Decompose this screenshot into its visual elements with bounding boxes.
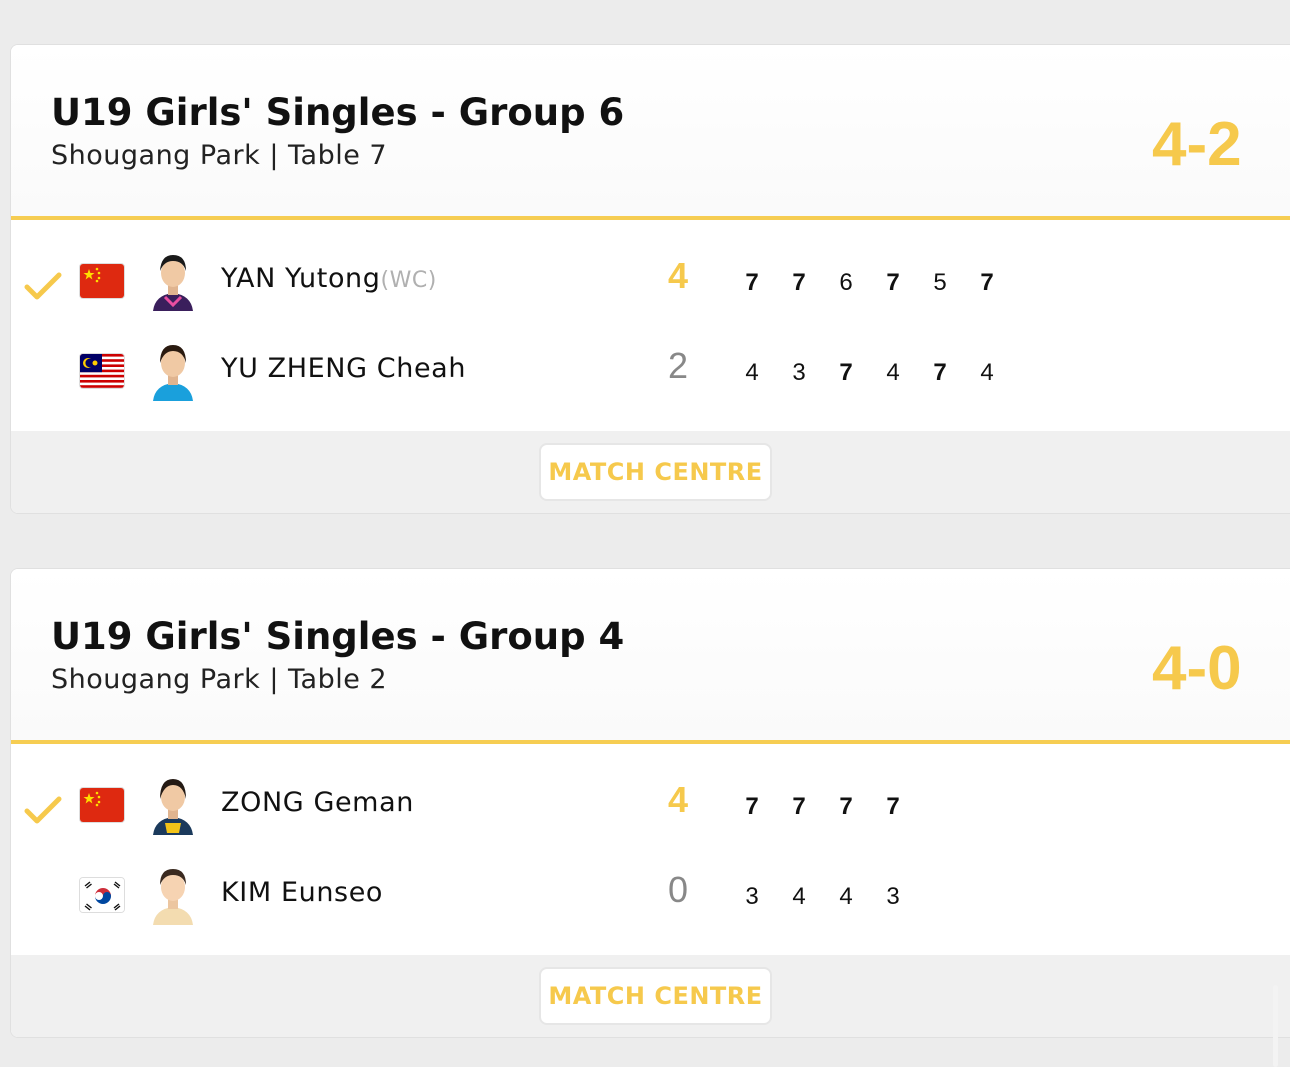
match-card: U19 Girls' Singles - Group 4 Shougang Pa…: [10, 568, 1290, 1038]
player-row: YAN Yutong(WC) 4 7 7 6 7 5 7: [11, 233, 1290, 323]
player-name: ZONG Geman: [221, 787, 414, 818]
player-row: YU ZHENG Cheah 2 4 3 7 4 7 4: [11, 323, 1290, 413]
match-venue: Shougang Park | Table 7: [51, 140, 388, 171]
game-score: 7: [792, 793, 806, 820]
match-footer: MATCH CENTRE: [11, 955, 1290, 1037]
china-flag-icon: [79, 263, 125, 299]
game-score: 7: [839, 359, 853, 386]
game-score: 3: [886, 883, 900, 910]
match-title: U19 Girls' Singles - Group 4: [51, 615, 625, 658]
player-name: KIM Eunseo: [221, 877, 384, 908]
game-score: 7: [745, 793, 759, 820]
match-centre-button[interactable]: MATCH CENTRE: [539, 967, 772, 1025]
match-card: U19 Girls' Singles - Group 6 Shougang Pa…: [10, 44, 1290, 514]
malaysia-flag-icon: [79, 353, 125, 389]
checkmark-icon: [24, 796, 62, 824]
korea-flag-icon: [79, 877, 125, 913]
player-avatar: [145, 247, 201, 311]
player-name: YAN Yutong(WC): [221, 263, 437, 294]
sets-won: 2: [667, 345, 689, 386]
match-centre-button[interactable]: MATCH CENTRE: [539, 443, 772, 501]
scrollbar[interactable]: [1273, 985, 1278, 1067]
game-score: 7: [886, 269, 900, 296]
game-score: 7: [839, 793, 853, 820]
player-avatar: [145, 771, 201, 835]
game-score: 3: [745, 883, 759, 910]
player-name: YU ZHENG Cheah: [221, 353, 467, 384]
game-score: 4: [839, 883, 853, 910]
game-score: 7: [933, 359, 947, 386]
final-score: 4-2: [1152, 110, 1242, 179]
game-score: 4: [745, 359, 759, 386]
game-score: 4: [886, 359, 900, 386]
player-row: ZONG Geman 4 7 7 7 7: [11, 757, 1290, 847]
player-tag: (WC): [380, 268, 437, 293]
sets-won: 4: [667, 779, 689, 820]
game-score: 7: [980, 269, 994, 296]
china-flag-icon: [79, 787, 125, 823]
match-venue: Shougang Park | Table 2: [51, 664, 388, 695]
game-score: 4: [792, 883, 806, 910]
match-footer: MATCH CENTRE: [11, 431, 1290, 513]
player-row: KIM Eunseo 0 3 4 4 3: [11, 847, 1290, 937]
game-score: 7: [886, 793, 900, 820]
game-score: 3: [792, 359, 806, 386]
match-title: U19 Girls' Singles - Group 6: [51, 91, 625, 134]
sets-won: 0: [667, 869, 689, 910]
checkmark-icon: [24, 272, 62, 300]
player-avatar: [145, 861, 201, 925]
game-score: 6: [839, 269, 853, 296]
game-score: 7: [792, 269, 806, 296]
player-avatar: [145, 337, 201, 401]
game-score: 5: [933, 269, 947, 296]
sets-won: 4: [667, 255, 689, 296]
game-score: 4: [980, 359, 994, 386]
match-header: U19 Girls' Singles - Group 6 Shougang Pa…: [11, 45, 1290, 220]
match-header: U19 Girls' Singles - Group 4 Shougang Pa…: [11, 569, 1290, 744]
final-score: 4-0: [1152, 634, 1242, 703]
game-score: 7: [745, 269, 759, 296]
